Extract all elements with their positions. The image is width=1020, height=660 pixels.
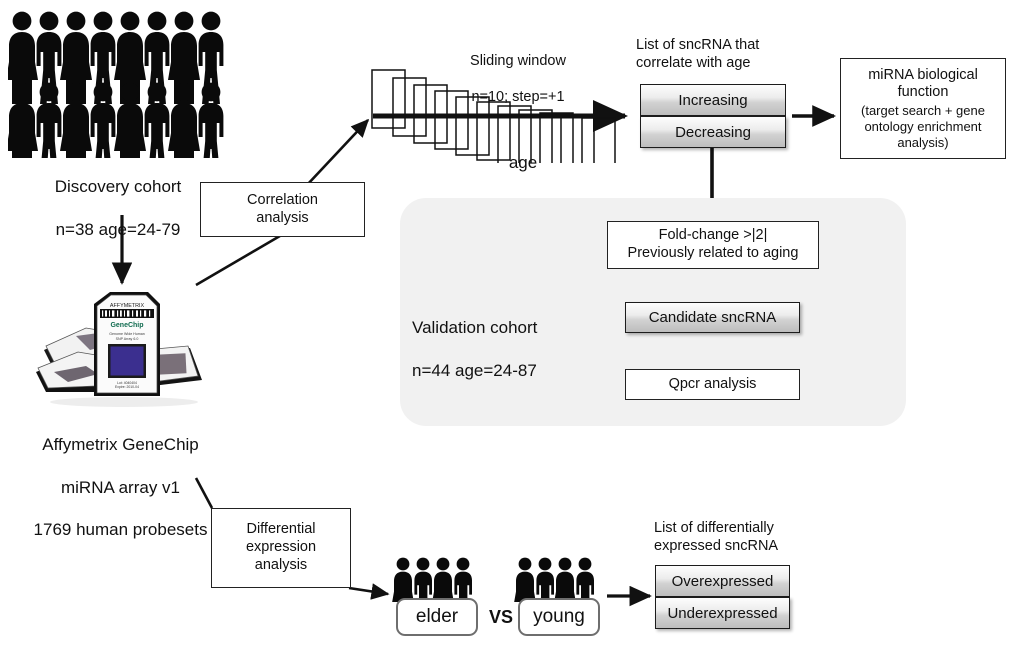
- discovery-cohort-people: [8, 11, 224, 158]
- list-item-overexpressed[interactable]: Overexpressed: [655, 565, 790, 597]
- mirna-function-main: miRNA biological function: [868, 66, 978, 101]
- differential-expression-box[interactable]: Differential expression analysis: [211, 508, 351, 588]
- young-group-label[interactable]: young: [518, 598, 600, 636]
- sliding-window-frames: [371, 69, 616, 163]
- mirna-biological-function-box[interactable]: miRNA biological function (target search…: [840, 58, 1006, 159]
- sliding-window-axis-label: age: [508, 153, 538, 172]
- platform-label: Affymetrix GeneChip miRNA array v1 1769 …: [8, 413, 233, 541]
- svg-text:SNP Array 6.0: SNP Array 6.0: [116, 337, 139, 341]
- platform-line-2: miRNA array v1: [60, 477, 181, 497]
- comparison-operator: VS: [489, 607, 514, 627]
- discovery-cohort-detail: n=38 age=24-79: [55, 219, 181, 239]
- candidate-sncrna-box[interactable]: Candidate sncRNA: [625, 302, 800, 333]
- qpcr-analysis-box[interactable]: Qpcr analysis: [625, 369, 800, 400]
- discovery-cohort-label: Discovery cohort n=38 age=24-79: [18, 155, 218, 240]
- elder-group-label[interactable]: elder: [396, 598, 478, 636]
- sliding-window-title: Sliding window: [470, 53, 566, 70]
- young-group-people: [514, 557, 594, 602]
- platform-line-1: Affymetrix GeneChip: [42, 435, 199, 455]
- elder-group-people: [392, 557, 472, 602]
- list-item-decreasing[interactable]: Decreasing: [640, 116, 786, 148]
- svg-text:GeneChip: GeneChip: [110, 322, 143, 329]
- validation-cohort-title: Validation cohort: [412, 318, 538, 338]
- list-item-underexpressed[interactable]: Underexpressed: [655, 597, 790, 629]
- mirna-function-sub: (target search + gene ontology enrichmen…: [861, 102, 985, 150]
- validation-cohort-label: Validation cohort n=44 age=24-87: [412, 296, 592, 381]
- validation-cohort-detail: n=44 age=24-87: [412, 360, 537, 380]
- list-item-increasing[interactable]: Increasing: [640, 84, 786, 116]
- correlate-list-caption: List of sncRNA that correlate with age: [636, 37, 760, 72]
- svg-text:Genome Wide Human: Genome Wide Human: [109, 332, 145, 336]
- svg-text:AFFYMETRIX: AFFYMETRIX: [110, 303, 145, 309]
- differential-list-caption: List of differentially expressed sncRNA: [654, 520, 779, 555]
- genechip-cartridge-icon: AFFYMETRIX GeneChip Genome Wide Human SN…: [36, 292, 202, 407]
- fold-change-box[interactable]: Fold-change >|2| Previously related to a…: [607, 221, 819, 269]
- discovery-cohort-title: Discovery cohort: [54, 177, 182, 197]
- platform-line-3: 1769 human probesets: [33, 520, 208, 540]
- workflow-diagram: Discovery cohort n=38 age=24-79 AFFYMETR…: [0, 0, 1020, 660]
- svg-text:Expire: 2010-04: Expire: 2010-04: [115, 385, 139, 389]
- correlation-analysis-box[interactable]: Correlation analysis: [200, 182, 365, 237]
